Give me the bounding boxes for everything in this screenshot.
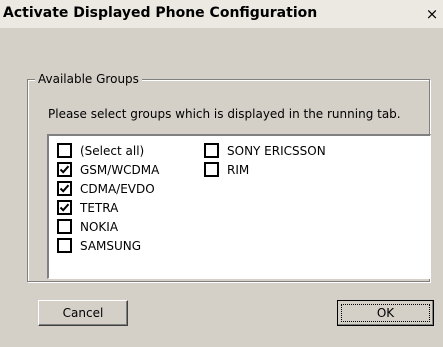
checkbox[interactable] (204, 162, 219, 177)
title-bar: Activate Displayed Phone Configuration × (0, 0, 443, 28)
checklist-column-1: (Select all) GSM/WCDMA CDMA/EVDO TETRA N… (57, 141, 159, 255)
checklist-item[interactable]: GSM/WCDMA (57, 160, 159, 179)
checklist-item[interactable]: CDMA/EVDO (57, 179, 159, 198)
ok-button[interactable]: OK (337, 300, 434, 326)
instruction-text: Please select groups which is displayed … (48, 107, 401, 121)
checklist-item[interactable]: (Select all) (57, 141, 159, 160)
check-icon (59, 184, 70, 193)
checklist-item-label: GSM/WCDMA (80, 162, 160, 177)
focus-rect (341, 304, 430, 322)
cancel-button-label: Cancel (62, 306, 104, 320)
checkbox[interactable] (57, 219, 72, 234)
checklist-item[interactable]: SAMSUNG (57, 236, 159, 255)
checkbox-checked[interactable] (57, 200, 72, 215)
checklist-item-label: TETRA (80, 200, 119, 215)
checkbox-checked[interactable] (57, 162, 72, 177)
check-icon (59, 165, 70, 174)
checklist-item-label: RIM (227, 162, 250, 177)
checklist-item[interactable]: RIM (204, 160, 326, 179)
window-title: Activate Displayed Phone Configuration (3, 5, 318, 21)
checkbox[interactable] (57, 238, 72, 253)
checkbox-checked[interactable] (57, 181, 72, 196)
checkbox[interactable] (204, 143, 219, 158)
checklist-item[interactable]: SONY ERICSSON (204, 141, 326, 160)
checklist-item-label: SONY ERICSSON (227, 143, 326, 158)
groups-checklist[interactable]: (Select all) GSM/WCDMA CDMA/EVDO TETRA N… (47, 134, 431, 279)
checkbox[interactable] (57, 143, 72, 158)
checklist-item-label: CDMA/EVDO (80, 181, 155, 196)
groupbox-legend: Available Groups (35, 72, 142, 86)
checklist-item[interactable]: NOKIA (57, 217, 159, 236)
checklist-item-label: NOKIA (80, 219, 119, 234)
checklist-item[interactable]: TETRA (57, 198, 159, 217)
close-icon[interactable]: × (423, 5, 441, 23)
checklist-column-2: SONY ERICSSON RIM (204, 141, 326, 179)
checklist-item-label: (Select all) (80, 143, 145, 158)
checklist-item-label: SAMSUNG (80, 238, 142, 253)
check-icon (59, 203, 70, 212)
cancel-button[interactable]: Cancel (38, 300, 128, 326)
